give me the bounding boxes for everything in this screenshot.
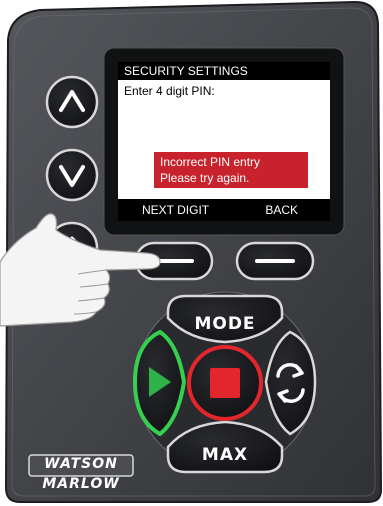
max-label: MAX: [202, 445, 248, 465]
down-button[interactable]: [45, 148, 99, 202]
error-line-2: Please try again.: [160, 171, 250, 185]
softkey-left-label: NEXT DIGIT: [142, 203, 210, 217]
brand-name-line-1: WATSON: [44, 456, 118, 472]
error-line-1: Incorrect PIN entry: [160, 155, 261, 169]
control-cluster: MODE MAX: [132, 291, 317, 474]
screen-title: SECURITY SETTINGS: [118, 62, 330, 80]
error-message: Incorrect PIN entry Please try again.: [154, 152, 308, 188]
stop-icon: [210, 368, 240, 398]
pin-prompt: Enter 4 digit PIN:: [124, 84, 215, 98]
brand-name-line-2: MARLOW: [42, 476, 120, 492]
stop-button[interactable]: [187, 345, 263, 421]
up-button[interactable]: [45, 75, 99, 129]
lcd-screen: SECURITY SETTINGS Enter 4 digit PIN: Inc…: [117, 61, 331, 222]
mode-label: MODE: [194, 314, 255, 334]
softkey-right-button[interactable]: [235, 241, 315, 281]
softkey-right-label: BACK: [265, 203, 298, 217]
softkey-bar: NEXT DIGIT BACK: [118, 199, 330, 221]
